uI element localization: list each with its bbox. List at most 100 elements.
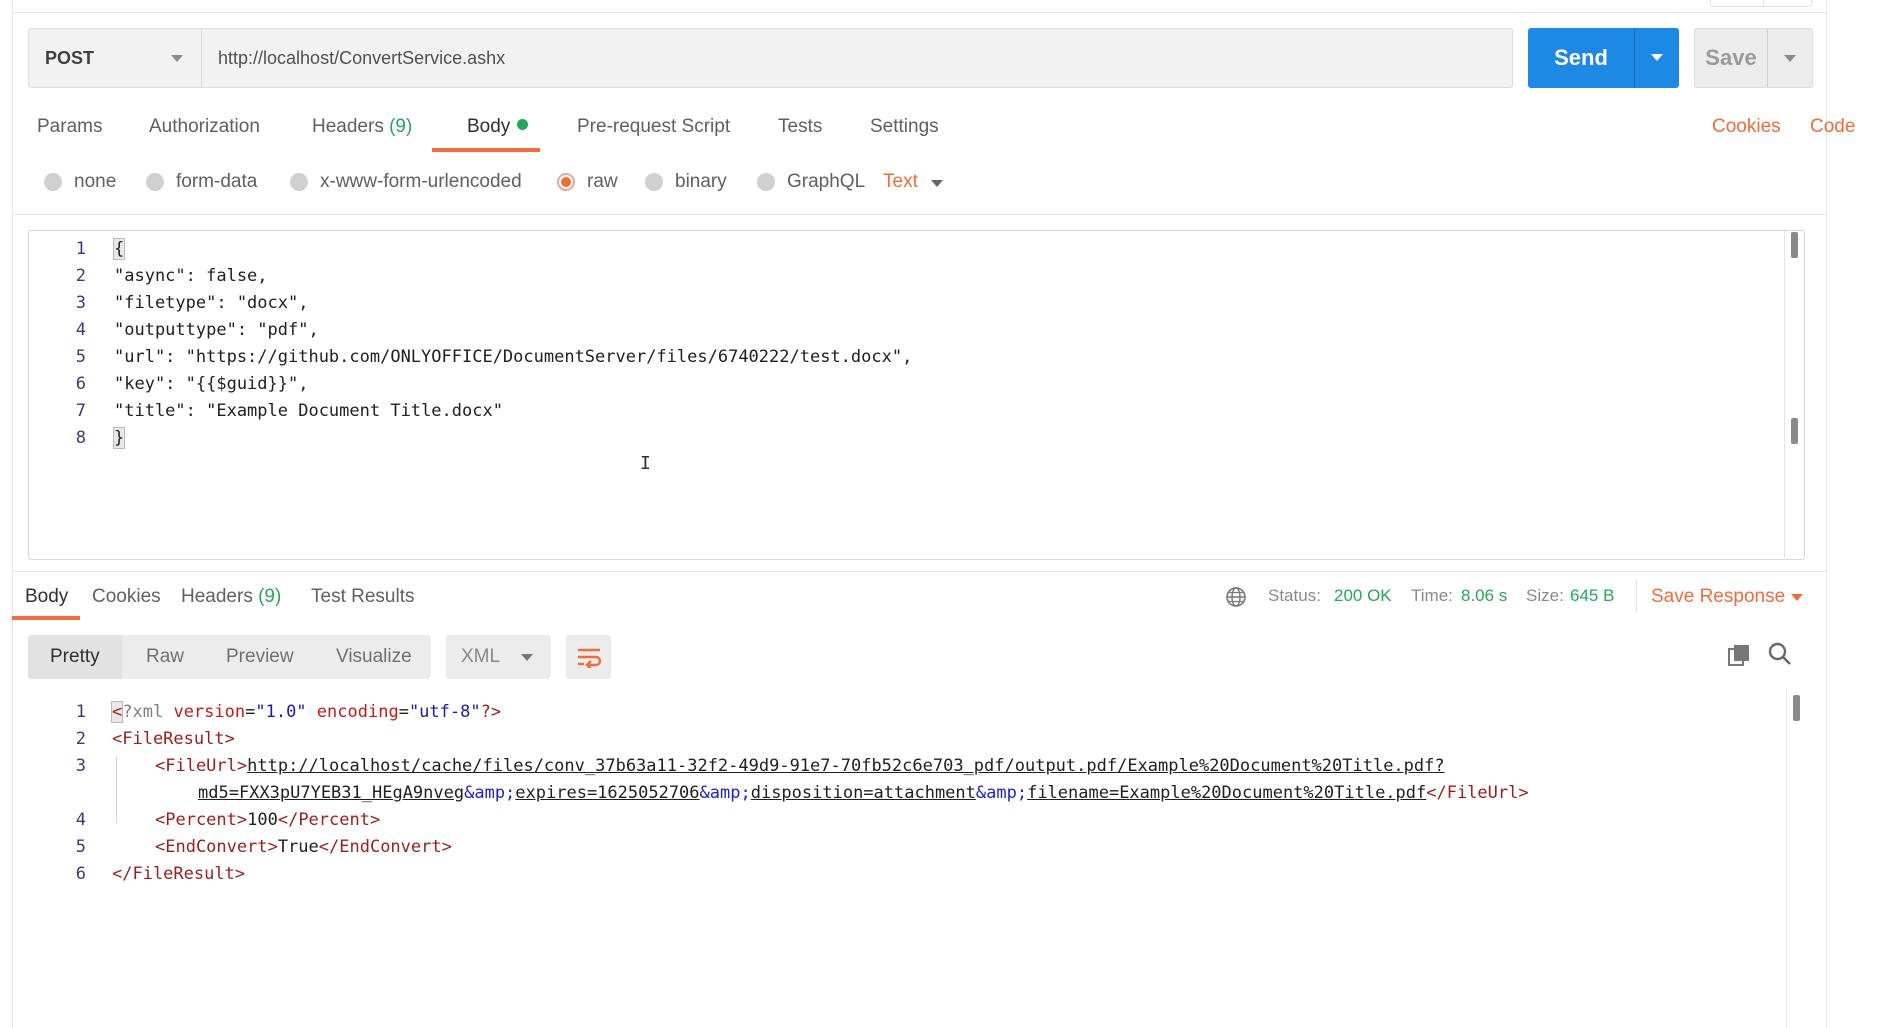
xml-tag: </FileUrl> <box>1426 783 1529 803</box>
editor-scrollbar[interactable] <box>1784 231 1804 558</box>
divider <box>1636 580 1637 612</box>
cookies-link[interactable]: Cookies <box>1712 116 1781 138</box>
xml-pi-name: ?xml <box>122 702 164 722</box>
line-number: 2 <box>75 266 86 286</box>
xml-percent-line: <Percent>100</Percent> <box>155 810 380 830</box>
file-url-link[interactable]: filename=Example%20Document%20Title.pdf <box>1027 783 1426 803</box>
url-value: http://localhost/ConvertService.ashx <box>218 47 506 68</box>
tab-label: Tests <box>778 116 823 137</box>
tab-label: Headers <box>312 116 384 137</box>
text-cursor-icon: I <box>640 453 651 474</box>
method-label: POST <box>45 47 95 68</box>
code-line[interactable]: "key": "{{$guid}}", <box>114 374 308 394</box>
line-number: 2 <box>75 729 86 749</box>
tab-tests[interactable]: Tests <box>778 116 822 138</box>
url-input[interactable]: http://localhost/ConvertService.ashx <box>201 28 1513 88</box>
globe-icon[interactable] <box>1225 586 1247 608</box>
file-url-link[interactable]: md5=FXX3pU7YEB31_HEgA9nveg <box>198 783 464 803</box>
xml-fileurl-line: <FileUrl>http://localhost/cache/files/co… <box>155 756 1445 776</box>
radio-label: raw <box>587 171 618 192</box>
xml-declaration: <?xml version="1.0" encoding="utf-8"?> <box>110 701 502 723</box>
response-tab-cookies[interactable]: Cookies <box>92 586 161 608</box>
radio-x-www-form-urlencoded[interactable]: x-www-form-urlencoded <box>290 171 522 193</box>
tab-label: Settings <box>870 116 939 137</box>
time-value[interactable]: 8.06 s <box>1461 586 1507 606</box>
tab-label: Body <box>467 116 511 137</box>
tab-label: Test Results <box>311 586 415 607</box>
code-link[interactable]: Code <box>1810 116 1855 138</box>
size-value[interactable]: 645 B <box>1570 586 1614 606</box>
code-line[interactable]: "outputtype": "pdf", <box>114 320 319 340</box>
request-body-editor[interactable] <box>28 230 1805 560</box>
radio-raw[interactable]: raw <box>557 171 618 193</box>
xml-entity: &amp; <box>699 783 751 803</box>
view-pretty-button[interactable]: Pretty <box>28 635 122 679</box>
chevron-down-icon[interactable] <box>931 180 943 187</box>
tab-headers[interactable]: Headers (9) <box>312 116 412 138</box>
tab-pre-request-script[interactable]: Pre-request Script <box>577 116 730 138</box>
radio-none[interactable]: none <box>44 171 116 193</box>
time-label: Time: <box>1411 586 1453 605</box>
view-visualize-button[interactable]: Visualize <box>312 635 431 679</box>
scrollbar-marker <box>1791 418 1798 444</box>
xml-tag: </EndConvert> <box>318 837 452 857</box>
code-line[interactable]: "url": "https://github.com/ONLYOFFICE/Do… <box>114 347 912 367</box>
view-preview-button[interactable]: Preview <box>202 635 312 679</box>
copy-icon[interactable] <box>1727 643 1751 667</box>
send-button[interactable]: Send <box>1528 28 1634 88</box>
tab-authorization[interactable]: Authorization <box>149 116 260 138</box>
code-line[interactable]: } <box>112 427 126 449</box>
code-line[interactable]: "title": "Example Document Title.docx" <box>114 401 503 421</box>
method-select[interactable]: POST <box>28 28 202 88</box>
xml-attr: encoding <box>316 702 399 722</box>
chevron-down-icon[interactable] <box>1791 594 1803 601</box>
status-value[interactable]: 200 OK <box>1334 586 1392 606</box>
line-number: 6 <box>75 374 86 394</box>
radio-circle <box>645 173 663 191</box>
file-url-link[interactable]: expires=1625052706 <box>515 783 699 803</box>
save-options-button[interactable] <box>1767 28 1813 88</box>
save-response-button[interactable]: Save Response <box>1651 586 1785 608</box>
tab-label: Pre-request Script <box>577 116 731 137</box>
code-line[interactable]: "async": false, <box>114 266 268 286</box>
active-tab-underline <box>12 616 80 620</box>
line-number: 6 <box>75 864 86 884</box>
tab-body[interactable]: Body <box>467 116 529 138</box>
radio-label: form-data <box>176 171 258 192</box>
scrollbar-thumb[interactable] <box>1791 232 1798 258</box>
tab-settings[interactable]: Settings <box>870 116 939 138</box>
format-select[interactable]: XML <box>446 635 551 679</box>
response-tab-test-results[interactable]: Test Results <box>311 586 414 608</box>
radio-binary[interactable]: binary <box>645 171 727 193</box>
radio-graphql[interactable]: GraphQL <box>757 171 865 193</box>
divider <box>12 571 1826 572</box>
headers-count: (9) <box>389 116 413 137</box>
xml-entity: &amp; <box>464 783 516 803</box>
file-url-link[interactable]: http://localhost/cache/files/conv_37b63a… <box>247 756 1444 776</box>
save-button[interactable]: Save <box>1694 28 1768 88</box>
response-tab-headers[interactable]: Headers (9) <box>181 586 281 608</box>
tab-label: Body <box>25 586 69 607</box>
code-line[interactable]: "filetype": "docx", <box>114 293 308 313</box>
wrap-lines-button[interactable] <box>566 635 611 679</box>
active-tab-underline <box>432 148 540 152</box>
xml-attr-value: "utf-8" <box>408 702 481 722</box>
radio-circle <box>146 173 164 191</box>
view-raw-button[interactable]: Raw <box>122 635 202 679</box>
radio-form-data[interactable]: form-data <box>146 171 257 193</box>
radio-label: none <box>74 171 117 192</box>
xml-root-open: <FileResult> <box>112 729 235 749</box>
response-tab-body[interactable]: Body <box>25 586 68 608</box>
raw-type-select[interactable]: Text <box>883 171 918 193</box>
scrollbar-thumb[interactable] <box>1793 695 1800 721</box>
code-line[interactable]: { <box>112 238 126 260</box>
radio-circle <box>290 173 308 191</box>
send-options-button[interactable] <box>1634 28 1679 88</box>
tab-params[interactable]: Params <box>37 116 102 138</box>
line-number: 4 <box>75 320 86 340</box>
search-icon[interactable] <box>1767 641 1793 667</box>
file-url-link[interactable]: disposition=attachment <box>751 783 976 803</box>
line-number: 3 <box>75 293 86 313</box>
xml-tag: </Percent> <box>277 810 381 830</box>
response-scrollbar[interactable] <box>1786 690 1806 1028</box>
